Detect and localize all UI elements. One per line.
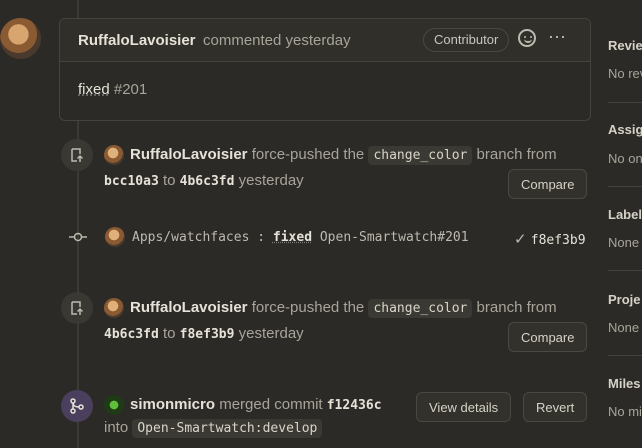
sidebar-reviewers-value: No rev bbox=[608, 66, 642, 81]
commit-word: fixed bbox=[273, 230, 312, 245]
issue-reference[interactable]: #201 bbox=[114, 81, 147, 98]
merge-author[interactable]: simonmicro bbox=[130, 396, 215, 413]
comment-body-text: fixed bbox=[78, 81, 110, 98]
force-push-node bbox=[61, 292, 93, 324]
commit-sha[interactable]: f8ef3b9 bbox=[531, 233, 586, 248]
revert-button[interactable]: Revert bbox=[523, 392, 587, 422]
sidebar-divider bbox=[608, 102, 642, 103]
to-sha[interactable]: 4b6c3fd bbox=[180, 174, 235, 189]
comment-header: RuffaloLavoisier commented yesterday Con… bbox=[60, 19, 590, 62]
event-action: force-pushed the bbox=[252, 299, 365, 316]
event-line-2: bcc10a3 to 4b6c3fd yesterday bbox=[104, 172, 304, 189]
more-options-icon[interactable]: ⋯ bbox=[548, 27, 567, 48]
to-sha[interactable]: f8ef3b9 bbox=[180, 327, 235, 342]
merge-line: simonmicro merged commit f12436c bbox=[130, 396, 382, 413]
repo-push-icon bbox=[69, 147, 85, 163]
commit-path: Apps/watchfaces : bbox=[132, 230, 265, 245]
sidebar-milestone-title[interactable]: Miles bbox=[608, 376, 641, 391]
merge-node bbox=[61, 390, 93, 422]
git-merge-icon bbox=[69, 398, 85, 414]
sidebar-divider bbox=[608, 270, 642, 271]
into-word: into bbox=[104, 419, 128, 436]
sidebar-assignees-value: No on bbox=[608, 151, 642, 166]
sidebar-reviewers-title[interactable]: Revie bbox=[608, 38, 642, 53]
sidebar-assignees-title[interactable]: Assig bbox=[608, 122, 642, 137]
sidebar-labels-value: None bbox=[608, 235, 639, 250]
event-suffix: branch from bbox=[477, 299, 557, 316]
contributor-badge: Contributor bbox=[423, 28, 509, 52]
merge-action: merged commit bbox=[219, 396, 322, 413]
force-push-node bbox=[61, 139, 93, 171]
sidebar-labels-title[interactable]: Label bbox=[608, 207, 642, 222]
event-suffix: branch from bbox=[477, 146, 557, 163]
sidebar-projects-value: None bbox=[608, 320, 639, 335]
check-icon: ✓ bbox=[514, 231, 527, 248]
commit-ref[interactable]: Open-Smartwatch#201 bbox=[320, 230, 469, 245]
sidebar-projects-title[interactable]: Proje bbox=[608, 292, 641, 307]
commit-message[interactable]: Apps/watchfaces : fixed Open-Smartwatch#… bbox=[132, 230, 469, 245]
view-details-button[interactable]: View details bbox=[416, 392, 511, 422]
event-line-2: 4b6c3fd to f8ef3b9 yesterday bbox=[104, 325, 304, 342]
to-word: to bbox=[163, 172, 176, 189]
merge-target[interactable]: Open-Smartwatch:develop bbox=[132, 419, 322, 438]
merge-sha[interactable]: f12436c bbox=[327, 398, 382, 413]
sidebar-divider bbox=[608, 186, 642, 187]
repo-push-icon bbox=[69, 300, 85, 316]
compare-button[interactable]: Compare bbox=[508, 169, 587, 199]
sidebar-milestone-value: No mi bbox=[608, 404, 642, 419]
sidebar-divider bbox=[608, 355, 642, 356]
branch-name[interactable]: change_color bbox=[368, 146, 472, 165]
avatar[interactable] bbox=[105, 227, 125, 247]
comment-author[interactable]: RuffaloLavoisier bbox=[78, 32, 196, 49]
to-word: to bbox=[163, 325, 176, 342]
avatar[interactable] bbox=[104, 145, 124, 165]
commit-status: ✓ f8ef3b9 bbox=[514, 230, 586, 248]
event-author[interactable]: RuffaloLavoisier bbox=[130, 146, 248, 163]
avatar[interactable] bbox=[0, 18, 41, 59]
event-line: RuffaloLavoisier force-pushed the change… bbox=[130, 299, 557, 316]
event-time: yesterday bbox=[239, 172, 304, 189]
comment-action: commented yesterday bbox=[203, 32, 351, 49]
event-time: yesterday bbox=[239, 325, 304, 342]
avatar[interactable] bbox=[104, 395, 124, 415]
add-reaction-icon[interactable] bbox=[518, 29, 536, 47]
merge-line-2: into Open-Smartwatch:develop bbox=[104, 419, 322, 436]
event-line: RuffaloLavoisier force-pushed the change… bbox=[130, 146, 557, 163]
event-author[interactable]: RuffaloLavoisier bbox=[130, 299, 248, 316]
from-sha[interactable]: bcc10a3 bbox=[104, 174, 159, 189]
event-action: force-pushed the bbox=[252, 146, 365, 163]
comment-box: RuffaloLavoisier commented yesterday Con… bbox=[59, 18, 591, 121]
from-sha[interactable]: 4b6c3fd bbox=[104, 327, 159, 342]
branch-name[interactable]: change_color bbox=[368, 299, 472, 318]
commit-icon bbox=[69, 230, 87, 248]
avatar[interactable] bbox=[104, 298, 124, 318]
comment-body: fixed #201 bbox=[78, 81, 147, 98]
compare-button[interactable]: Compare bbox=[508, 322, 587, 352]
